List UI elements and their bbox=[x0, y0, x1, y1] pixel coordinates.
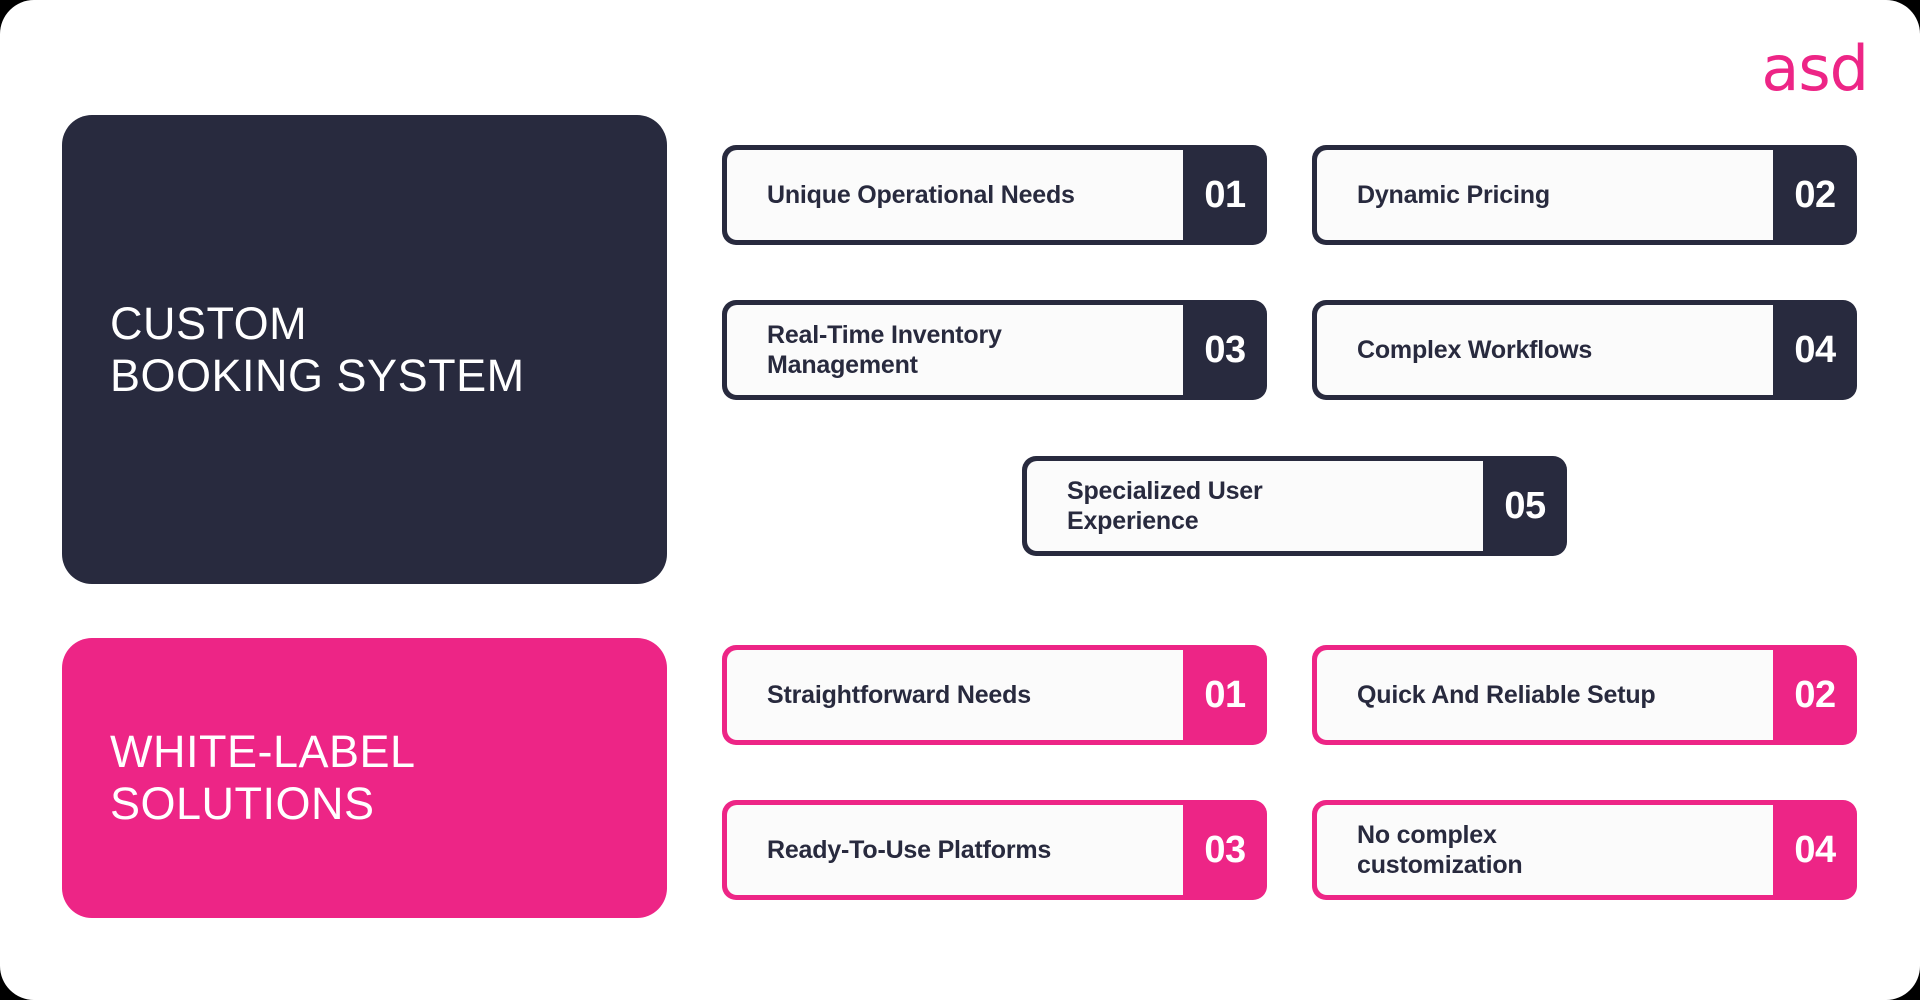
brand-logo: asd bbox=[1761, 32, 1869, 105]
feature-card[interactable]: Unique Operational Needs 01 bbox=[722, 145, 1267, 245]
feature-card-label: Ready-To-Use Platforms bbox=[767, 835, 1052, 864]
feature-card-number: 03 bbox=[1204, 828, 1246, 871]
feature-card[interactable]: Real-Time Inventory Management 03 bbox=[722, 300, 1267, 400]
feature-card-label: Dynamic Pricing bbox=[1357, 180, 1550, 209]
feature-card-body: Quick And Reliable Setup bbox=[1317, 650, 1773, 740]
section-panel-custom-booking-system: CUSTOM BOOKING SYSTEM bbox=[62, 115, 667, 584]
feature-card-body: Specialized User Experience bbox=[1027, 461, 1483, 551]
feature-card-body: Straightforward Needs bbox=[727, 650, 1183, 740]
slide-canvas: asd CUSTOM BOOKING SYSTEM Unique Operati… bbox=[0, 0, 1920, 1000]
feature-card-body: Ready-To-Use Platforms bbox=[727, 805, 1183, 895]
feature-card-label: Unique Operational Needs bbox=[767, 180, 1075, 209]
feature-card[interactable]: Complex Workflows 04 bbox=[1312, 300, 1857, 400]
section-panel-white-label-solutions: WHITE-LABEL SOLUTIONS bbox=[62, 638, 667, 918]
feature-card-number: 01 bbox=[1204, 173, 1246, 216]
feature-card[interactable]: Quick And Reliable Setup 02 bbox=[1312, 645, 1857, 745]
section-title: WHITE-LABEL SOLUTIONS bbox=[110, 726, 416, 829]
feature-card-label: Straightforward Needs bbox=[767, 680, 1031, 709]
feature-card[interactable]: Specialized User Experience 05 bbox=[1022, 456, 1567, 556]
feature-card-body: No complex customization bbox=[1317, 805, 1773, 895]
feature-card-number: 05 bbox=[1504, 484, 1546, 527]
feature-card-label: Quick And Reliable Setup bbox=[1357, 680, 1656, 709]
feature-card-label: No complex customization bbox=[1357, 820, 1523, 880]
feature-card-body: Dynamic Pricing bbox=[1317, 150, 1773, 240]
feature-card-label: Specialized User Experience bbox=[1067, 476, 1263, 536]
feature-card[interactable]: Ready-To-Use Platforms 03 bbox=[722, 800, 1267, 900]
feature-card-number: 02 bbox=[1794, 673, 1836, 716]
feature-card-number: 04 bbox=[1794, 328, 1836, 371]
feature-card-body: Complex Workflows bbox=[1317, 305, 1773, 395]
feature-card-body: Unique Operational Needs bbox=[727, 150, 1183, 240]
section-title: CUSTOM BOOKING SYSTEM bbox=[110, 297, 525, 401]
feature-card-label: Real-Time Inventory Management bbox=[767, 320, 1002, 380]
feature-card-number: 03 bbox=[1204, 328, 1246, 371]
feature-card-number: 02 bbox=[1794, 173, 1836, 216]
feature-card-body: Real-Time Inventory Management bbox=[727, 305, 1183, 395]
feature-card-number: 01 bbox=[1204, 673, 1246, 716]
feature-card-label: Complex Workflows bbox=[1357, 335, 1593, 364]
feature-card[interactable]: Dynamic Pricing 02 bbox=[1312, 145, 1857, 245]
feature-card-number: 04 bbox=[1794, 828, 1836, 871]
feature-card[interactable]: No complex customization 04 bbox=[1312, 800, 1857, 900]
feature-card[interactable]: Straightforward Needs 01 bbox=[722, 645, 1267, 745]
